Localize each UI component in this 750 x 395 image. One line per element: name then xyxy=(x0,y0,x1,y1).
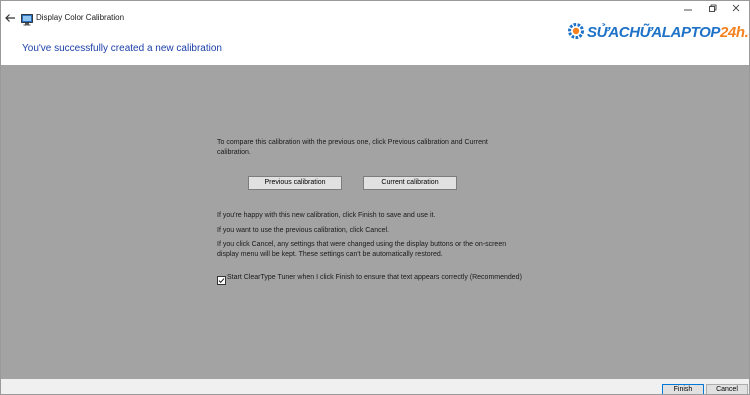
watermark-logo: SỬACHỮALAPTOP24h.com xyxy=(566,19,749,45)
logo-text: SỬACHỮALAPTOP24h.com xyxy=(587,24,749,41)
content-panel: To compare this calibration with the pre… xyxy=(1,65,749,379)
footer-bar: Finish Cancel xyxy=(1,379,749,394)
page-title: You've successfully created a new calibr… xyxy=(22,43,222,54)
monitor-icon xyxy=(21,14,33,26)
previous-calibration-button[interactable]: Previous calibration xyxy=(248,176,342,190)
back-arrow-icon[interactable] xyxy=(3,11,17,25)
compare-instructions: To compare this calibration with the pre… xyxy=(217,139,488,156)
checkmark-icon xyxy=(218,278,225,284)
cancel-button[interactable]: Cancel xyxy=(706,384,748,394)
window-title: Display Color Calibration xyxy=(36,13,125,22)
finish-instructions: If you're happy with this new calibratio… xyxy=(217,212,436,219)
finish-button[interactable]: Finish xyxy=(662,384,704,394)
cleartype-checkbox[interactable] xyxy=(217,276,226,285)
cancel-warning-text: If you click Cancel, any settings that w… xyxy=(217,241,507,258)
cancel-instructions: If you want to use the previous calibrat… xyxy=(217,227,389,234)
current-calibration-button[interactable]: Current calibration xyxy=(363,176,457,190)
cleartype-label: Start ClearType Tuner when I click Finis… xyxy=(227,274,522,281)
gear-icon xyxy=(568,23,584,39)
calibration-window: Display Color Calibration SỬACHỮALAPTOP2… xyxy=(0,0,750,395)
